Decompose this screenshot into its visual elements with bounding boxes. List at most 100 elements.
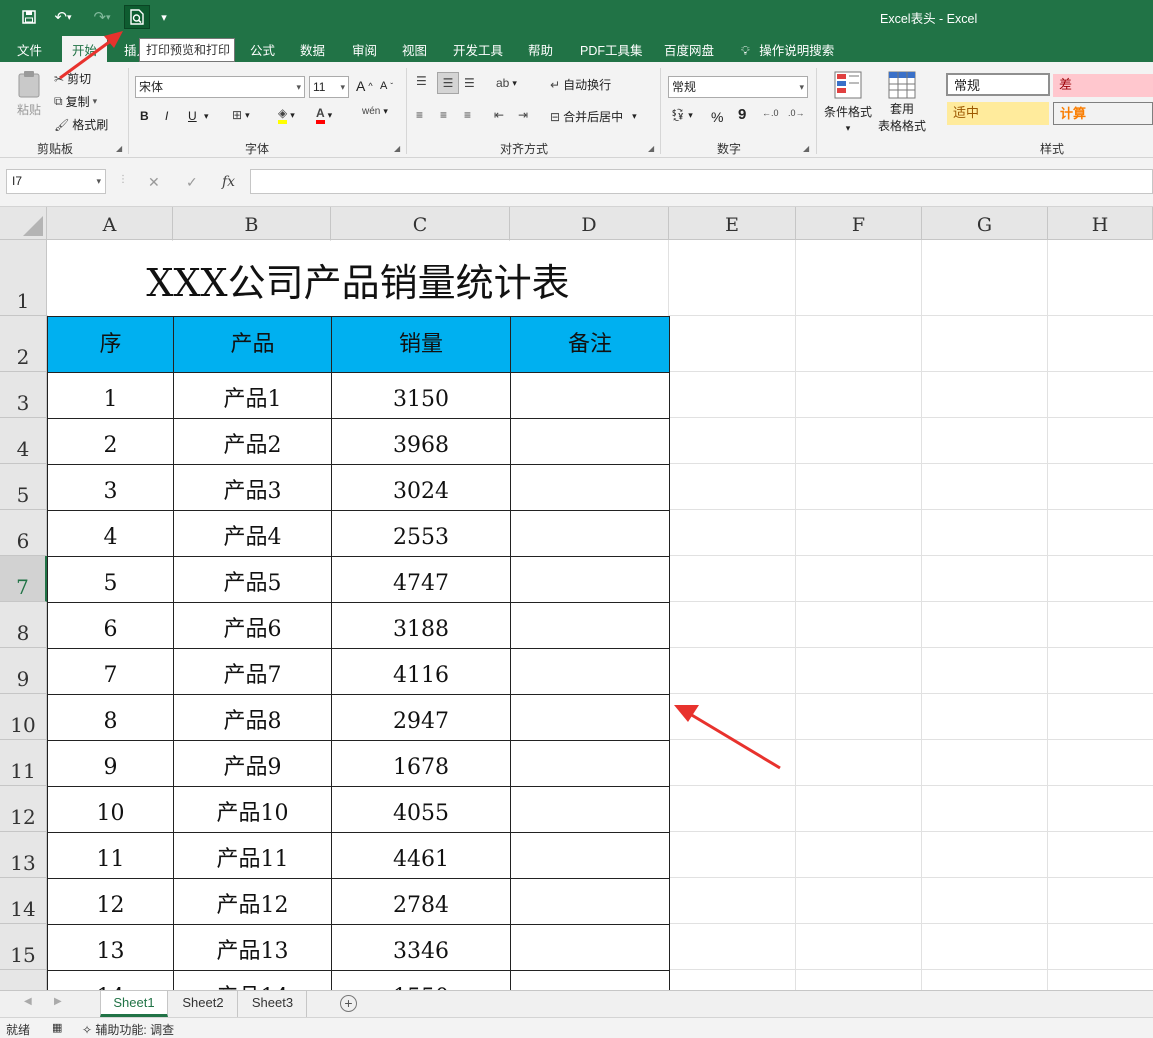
table-cell[interactable]: 3968: [331, 418, 511, 465]
column-header-h[interactable]: H: [1048, 207, 1153, 240]
tab-help[interactable]: 帮助: [528, 40, 553, 59]
table-cell[interactable]: 10: [47, 786, 174, 833]
table-cell[interactable]: 产品13: [173, 924, 332, 971]
table-cell[interactable]: [510, 694, 670, 741]
table-cell[interactable]: [510, 464, 670, 511]
table-cell[interactable]: 产品11: [173, 832, 332, 879]
row-header-1[interactable]: 1: [0, 240, 47, 316]
table-cell[interactable]: 产品1: [173, 372, 332, 419]
row-header-6[interactable]: 6: [0, 510, 47, 556]
number-format-select[interactable]: 常规 ▾: [668, 76, 808, 98]
table-header-cell[interactable]: 产品: [173, 316, 332, 373]
table-cell[interactable]: 产品8: [173, 694, 332, 741]
table-header-cell[interactable]: 序: [47, 316, 174, 373]
redo-icon[interactable]: ↷ ▾: [87, 5, 117, 29]
table-cell[interactable]: 11: [47, 832, 174, 879]
table-cell[interactable]: [510, 924, 670, 971]
add-sheet-button[interactable]: +: [340, 995, 357, 1012]
select-all-button[interactable]: [0, 207, 47, 240]
increase-indent-button[interactable]: ⇥: [518, 108, 528, 122]
number-launcher-icon[interactable]: ◢: [803, 144, 809, 153]
table-cell[interactable]: 产品12: [173, 878, 332, 925]
align-bottom-button[interactable]: ☰: [464, 76, 475, 90]
row-header-8[interactable]: 8: [0, 602, 47, 648]
orientation-button[interactable]: ab ▾: [496, 76, 517, 90]
tab-pdf-tools[interactable]: PDF工具集: [580, 40, 643, 59]
row-header[interactable]: [0, 970, 47, 990]
table-cell[interactable]: 12: [47, 878, 174, 925]
fill-color-button[interactable]: ◈ ▾: [278, 106, 295, 124]
column-header-d[interactable]: D: [510, 207, 669, 240]
underline-dropdown[interactable]: ▾: [204, 111, 209, 122]
formula-input[interactable]: [250, 169, 1153, 194]
table-cell[interactable]: 4: [47, 510, 174, 557]
table-cell[interactable]: [510, 740, 670, 787]
row-header-4[interactable]: 4: [0, 418, 47, 464]
font-launcher-icon[interactable]: ◢: [394, 144, 400, 153]
table-cell[interactable]: 4461: [331, 832, 511, 879]
table-cell[interactable]: 产品3: [173, 464, 332, 511]
increase-decimal-button[interactable]: ←.0: [762, 108, 779, 118]
table-cell[interactable]: 产品9: [173, 740, 332, 787]
tab-data[interactable]: 数据: [300, 40, 325, 59]
format-painter-button[interactable]: 🖌︎ 格式刷: [54, 116, 108, 133]
macro-record-icon[interactable]: ▦: [52, 1021, 62, 1034]
tab-review[interactable]: 审阅: [352, 40, 377, 59]
align-middle-button[interactable]: ☰: [437, 72, 459, 94]
cut-button[interactable]: ✂ 剪切: [54, 70, 91, 87]
table-cell[interactable]: 产品5: [173, 556, 332, 603]
column-header-b[interactable]: B: [173, 207, 331, 240]
row-header-5[interactable]: 5: [0, 464, 47, 510]
row-header-14[interactable]: 14: [0, 878, 47, 924]
insert-function-icon[interactable]: fx: [222, 174, 235, 190]
style-neutral[interactable]: 适中: [947, 102, 1049, 125]
merge-center-button[interactable]: ⊟ 合并后居中 ▾: [550, 108, 637, 125]
table-cell[interactable]: 4747: [331, 556, 511, 603]
decrease-decimal-button[interactable]: .0→: [788, 108, 805, 118]
row-header-9[interactable]: 9: [0, 648, 47, 694]
sheet-tab-sheet1[interactable]: Sheet1: [100, 991, 168, 1017]
table-cell[interactable]: [510, 832, 670, 879]
sheet-title-cell[interactable]: XXX公司产品销量统计表: [48, 241, 668, 316]
percent-button[interactable]: %: [711, 109, 723, 125]
borders-button[interactable]: ⊞ ▾: [232, 108, 250, 122]
table-cell[interactable]: 3188: [331, 602, 511, 649]
alignment-launcher-icon[interactable]: ◢: [648, 144, 654, 153]
row-header-7[interactable]: 7: [0, 556, 47, 602]
decrease-indent-button[interactable]: ⇤: [494, 108, 504, 122]
worksheet-grid[interactable]: ABCDEFGH 1 2 3 4 5 6 7 8 9 10 11 12 13 14 15 XXX公司产品销量…: [0, 207, 1153, 990]
table-cell[interactable]: 6: [47, 602, 174, 649]
copy-button[interactable]: ⧉ 复制 ▾: [54, 93, 97, 110]
style-bad[interactable]: 差: [1053, 74, 1153, 97]
align-right-button[interactable]: ≡: [464, 108, 471, 122]
table-cell[interactable]: 3024: [331, 464, 511, 511]
table-cell[interactable]: 2784: [331, 878, 511, 925]
row-header-15[interactable]: 15: [0, 924, 47, 970]
row-header-2[interactable]: 2: [0, 316, 47, 372]
row-header-3[interactable]: 3: [0, 372, 47, 418]
sheet-nav-prev-icon[interactable]: ◀: [24, 996, 32, 1007]
accounting-format-button[interactable]: 💱︎ ▾: [670, 108, 693, 122]
table-cell[interactable]: 4116: [331, 648, 511, 695]
row-header-12[interactable]: 12: [0, 786, 47, 832]
table-cell[interactable]: 1678: [331, 740, 511, 787]
align-left-button[interactable]: ≡: [416, 108, 423, 122]
tell-me-search[interactable]: 💡︎ 操作说明搜索: [741, 40, 834, 59]
align-center-button[interactable]: ≡: [440, 108, 447, 122]
table-cell[interactable]: 3346: [331, 924, 511, 971]
align-top-button[interactable]: ☰: [416, 74, 427, 88]
italic-button[interactable]: I: [165, 109, 168, 123]
row-header-11[interactable]: 11: [0, 740, 47, 786]
table-cell[interactable]: [510, 970, 670, 990]
column-header-f[interactable]: F: [796, 207, 922, 240]
font-color-button[interactable]: A ▾: [316, 106, 332, 124]
table-cell[interactable]: 8: [47, 694, 174, 741]
table-cell[interactable]: [510, 556, 670, 603]
tab-home[interactable]: 开始: [62, 36, 108, 62]
table-cell[interactable]: 9: [47, 740, 174, 787]
table-cell[interactable]: [510, 372, 670, 419]
conditional-formatting-button[interactable]: 条件格式 ▾: [824, 70, 872, 134]
accessibility-status[interactable]: ✧ 辅助功能: 调查: [82, 1021, 174, 1038]
table-cell[interactable]: 2: [47, 418, 174, 465]
table-cell[interactable]: 产品10: [173, 786, 332, 833]
